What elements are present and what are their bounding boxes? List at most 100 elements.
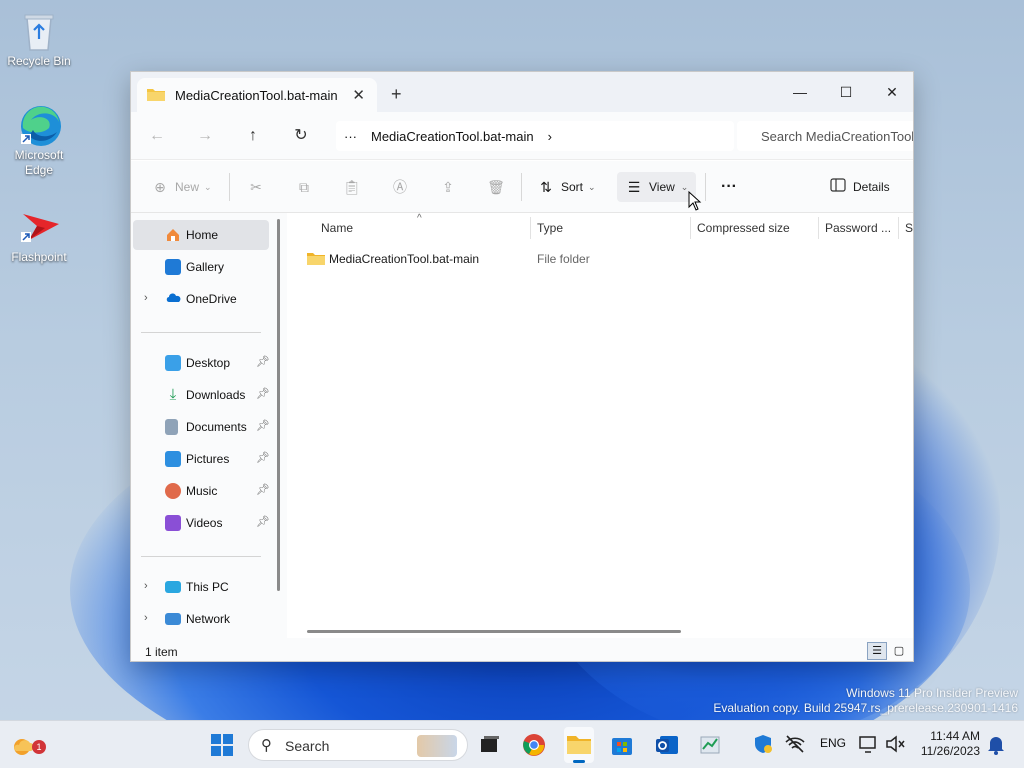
view-button[interactable]: ☰ View ⌄ xyxy=(617,172,697,202)
pin-icon[interactable]: 📌︎ xyxy=(256,515,270,528)
weather-widget-icon[interactable]: 1 xyxy=(10,733,46,757)
chevron-right-icon[interactable]: › xyxy=(144,580,148,592)
sidebar-item-label: Gallery xyxy=(186,260,225,274)
delete-button[interactable]: 🗑︎ xyxy=(487,175,505,199)
chrome-icon[interactable] xyxy=(522,733,548,757)
column-separator[interactable] xyxy=(690,217,691,239)
search-icon: ⚲ xyxy=(261,737,272,754)
document-icon xyxy=(165,419,178,435)
network-disconnected-icon[interactable] xyxy=(784,733,810,757)
address-path[interactable]: ··· MediaCreationTool.bat-main › xyxy=(336,121,734,151)
chevron-down-icon: ⌄ xyxy=(588,181,596,192)
close-button[interactable]: ✕ xyxy=(869,78,913,106)
paste-button[interactable]: 📋︎ xyxy=(343,175,361,199)
pin-icon[interactable]: 📌︎ xyxy=(256,355,270,368)
sidebar-item-network[interactable]: › Network xyxy=(133,604,269,634)
chart-app-icon[interactable] xyxy=(698,733,724,757)
sidebar-item-pictures[interactable]: Pictures 📌︎ xyxy=(133,444,270,474)
details-pane-icon xyxy=(829,178,847,196)
notification-badge: 1 xyxy=(32,740,46,754)
pin-icon[interactable]: 📌︎ xyxy=(256,419,270,432)
column-separator[interactable] xyxy=(530,217,531,239)
cut-button[interactable]: ✂ xyxy=(247,175,265,199)
sidebar-item-downloads[interactable]: ⤓ Downloads 📌︎ xyxy=(133,380,270,410)
column-header-name[interactable]: Name xyxy=(321,221,353,235)
file-type: File folder xyxy=(537,252,590,266)
tiles-view-button[interactable]: ▢ xyxy=(889,642,909,660)
new-button[interactable]: ⊕ New ⌄ xyxy=(151,175,212,199)
sort-button[interactable]: ⇅ Sort ⌄ xyxy=(537,175,596,199)
share-button[interactable]: ⇪ xyxy=(439,175,457,199)
sidebar-item-music[interactable]: Music 📌︎ xyxy=(133,476,270,506)
up-button[interactable]: ↑ xyxy=(241,124,265,148)
desktop-icon-recycle-bin[interactable]: Recycle Bin xyxy=(4,10,74,68)
forward-button[interactable]: → xyxy=(193,124,217,148)
maximize-button[interactable]: ☐ xyxy=(823,78,869,106)
copy-button[interactable]: ⧉ xyxy=(295,175,313,199)
chevron-down-icon: ⌄ xyxy=(204,181,212,192)
notification-bell-icon[interactable] xyxy=(986,733,1012,757)
mouse-cursor-icon xyxy=(688,190,702,214)
pin-icon[interactable]: 📌︎ xyxy=(256,483,270,496)
desktop-icon-edge[interactable]: Microsoft Edge xyxy=(4,104,74,178)
status-bar: 1 item ☰ ▢ xyxy=(131,638,913,661)
column-separator[interactable] xyxy=(818,217,819,239)
volume-muted-icon[interactable] xyxy=(884,733,910,757)
start-button[interactable] xyxy=(210,733,236,757)
address-bar-row: ← → ↑ ↻ › ··· MediaCreationTool.bat-main… xyxy=(131,112,913,160)
navigation-scrollbar[interactable] xyxy=(277,219,280,591)
item-count: 1 item xyxy=(145,645,178,659)
more-options-button[interactable]: ··· xyxy=(721,175,737,199)
trash-icon: 🗑︎ xyxy=(487,179,505,195)
path-segment-chevron-icon[interactable]: › xyxy=(548,129,552,144)
display-icon[interactable] xyxy=(858,733,884,757)
system-clock[interactable]: 11:44 AM 11/26/2023 xyxy=(916,729,980,759)
details-button[interactable]: Details xyxy=(829,175,890,199)
sidebar-item-home[interactable]: Home xyxy=(133,220,269,250)
language-indicator[interactable]: ENG xyxy=(820,736,846,750)
sidebar-item-this-pc[interactable]: › This PC xyxy=(133,572,269,602)
task-view-icon[interactable] xyxy=(478,733,504,757)
toolbar-divider xyxy=(229,173,230,201)
rename-button[interactable]: Ⓐ xyxy=(391,175,409,199)
sort-icon: ⇅ xyxy=(540,179,552,195)
sidebar-item-label: Network xyxy=(186,612,231,626)
details-view-button[interactable]: ☰ xyxy=(867,642,887,660)
search-input[interactable]: Search MediaCreationTool.bat-main xyxy=(737,121,913,151)
path-overflow[interactable]: ··· xyxy=(344,129,357,144)
file-explorer-taskbar-icon[interactable] xyxy=(564,727,594,763)
horizontal-scrollbar[interactable] xyxy=(307,630,681,633)
column-header-size[interactable]: Si xyxy=(905,221,913,235)
file-list: ^ Name Type Compressed size Password ...… xyxy=(287,213,913,638)
tab-close-icon[interactable]: ✕ xyxy=(352,86,365,104)
recycle-bin-label: Recycle Bin xyxy=(7,54,71,68)
share-icon: ⇪ xyxy=(442,179,454,195)
pin-icon[interactable]: 📌︎ xyxy=(256,451,270,464)
chevron-right-icon[interactable]: › xyxy=(144,292,148,304)
column-header-type[interactable]: Type xyxy=(537,221,563,235)
refresh-button[interactable]: ↻ xyxy=(289,124,313,148)
running-indicator xyxy=(573,760,585,763)
sidebar-item-videos[interactable]: Videos 📌︎ xyxy=(133,508,270,538)
back-button[interactable]: ← xyxy=(145,124,169,148)
security-shield-icon[interactable] xyxy=(752,733,778,757)
new-tab-button[interactable]: + xyxy=(391,84,402,105)
pin-icon[interactable]: 📌︎ xyxy=(256,387,270,400)
path-segment[interactable]: MediaCreationTool.bat-main xyxy=(371,129,534,144)
sidebar-item-documents[interactable]: Documents 📌︎ xyxy=(133,412,270,442)
sidebar-item-gallery[interactable]: Gallery xyxy=(133,252,269,282)
sidebar-item-onedrive[interactable]: › OneDrive xyxy=(133,284,269,314)
chevron-right-icon[interactable]: › xyxy=(144,612,148,624)
outlook-icon[interactable] xyxy=(654,733,680,757)
taskbar-search[interactable]: ⚲ Search xyxy=(248,729,468,761)
tab-active[interactable]: MediaCreationTool.bat-main ✕ xyxy=(137,78,377,112)
column-header-password[interactable]: Password ... xyxy=(825,221,891,235)
table-row[interactable]: MediaCreationTool.bat-main File folder xyxy=(307,249,907,271)
column-separator[interactable] xyxy=(898,217,899,239)
minimize-button[interactable]: — xyxy=(777,78,823,106)
store-icon[interactable] xyxy=(610,733,636,757)
sort-ascending-icon: ^ xyxy=(417,213,422,224)
column-header-compressed-size[interactable]: Compressed size xyxy=(697,221,790,235)
desktop-icon-flashpoint[interactable]: Flashpoint xyxy=(4,206,74,264)
sidebar-item-desktop[interactable]: Desktop 📌︎ xyxy=(133,348,270,378)
